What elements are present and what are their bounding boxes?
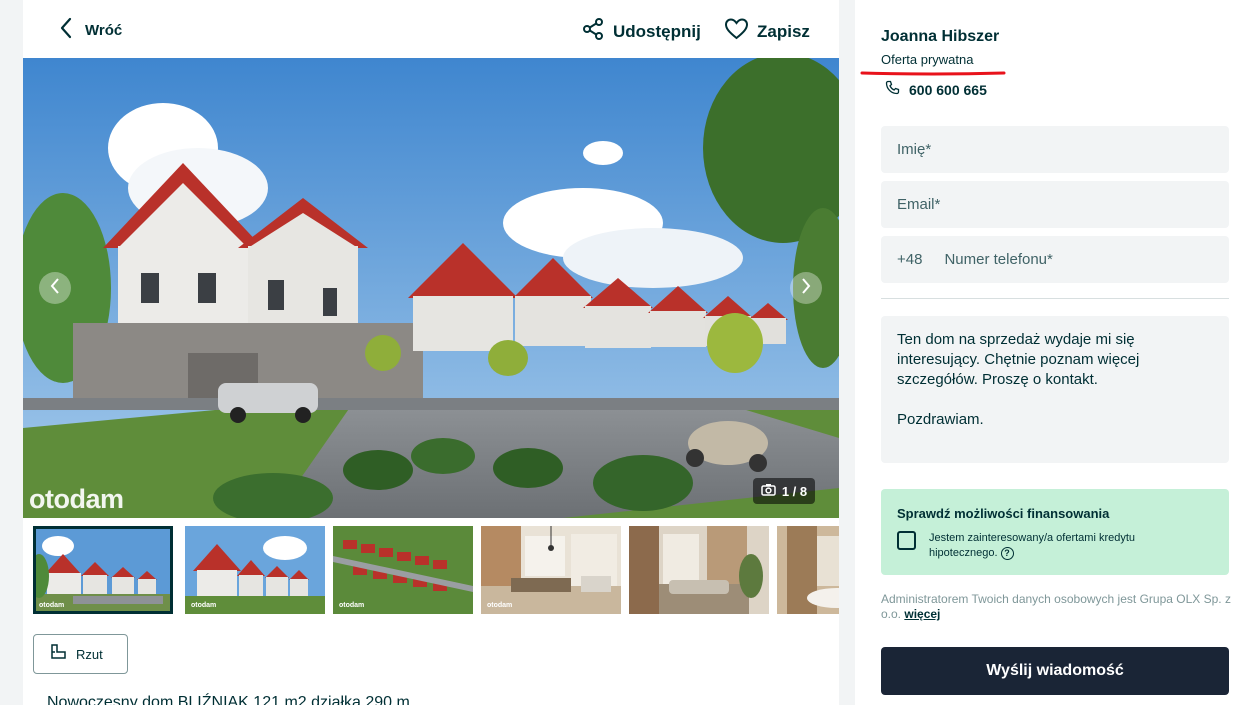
send-message-button[interactable]: Wyślij wiadomość [881, 647, 1229, 695]
thumbnail-watermark: otodam [39, 602, 65, 609]
back-button[interactable]: Wróć [59, 17, 123, 44]
name-placeholder: Imię* [897, 141, 932, 158]
phone-field[interactable]: +48 Numer telefonu* [881, 236, 1229, 283]
camera-icon [761, 483, 776, 499]
chevron-right-icon [800, 277, 812, 300]
listing-title: Nowoczesny dom BLIŹNIAK 121 m2 działka 2… [47, 694, 410, 705]
chevron-left-icon [59, 17, 73, 44]
save-label: Zapisz [757, 21, 810, 41]
phone-placeholder: Numer telefonu* [944, 251, 1053, 268]
seller-name: Joanna Hibszer [881, 28, 1000, 45]
mortgage-checkbox[interactable] [897, 531, 916, 550]
privacy-more-link[interactable]: więcej [904, 607, 940, 621]
red-highlight-underline [860, 71, 1006, 76]
phone-prefix: +48 [897, 251, 923, 268]
photo-counter-text: 1 / 8 [781, 483, 808, 499]
thumbnail-watermark: otodam [487, 602, 513, 609]
share-label: Udostępnij [613, 21, 701, 41]
name-field[interactable]: Imię* [881, 126, 1229, 173]
financing-box: Sprawdź możliwości finansowania Jestem z… [881, 489, 1229, 575]
form-divider [881, 298, 1229, 299]
financing-title: Sprawdź możliwości finansowania [897, 506, 1110, 521]
photo-counter: 1 / 8 [753, 478, 815, 504]
back-label: Wróć [85, 21, 123, 39]
watermark-logo: otodam [29, 484, 124, 514]
thumbnail-kitchen-interior[interactable]: otodam [481, 526, 621, 614]
thumbnail-watermark: otodam [339, 602, 365, 609]
gallery-next-button[interactable] [790, 272, 822, 304]
listing-main-card: Wróć Udostępnij Zapisz otodam 1 / 8 otod… [23, 0, 839, 705]
thumbnail-bathroom[interactable] [777, 526, 839, 614]
message-line: Ten dom na sprzedaż wydaje mi się intere… [897, 331, 1140, 388]
mortgage-checkbox-label: Jestem zainteresowany/a ofertami kredytu… [929, 531, 1199, 561]
phone-number: 600 600 665 [909, 82, 987, 98]
thumbnail-watermark: otodam [191, 602, 217, 609]
share-button[interactable]: Udostępnij [581, 17, 701, 46]
floorplan-button[interactable]: Rzut [33, 634, 128, 674]
listing-topbar: Wróć Udostępnij Zapisz [23, 0, 839, 58]
phone-icon [885, 80, 900, 100]
share-icon [581, 17, 605, 46]
mortgage-checkbox-text: Jestem zainteresowany/a ofertami kredytu… [929, 532, 1136, 559]
house-photo [23, 58, 839, 518]
gallery-prev-button[interactable] [39, 272, 71, 304]
email-placeholder: Email* [897, 196, 941, 213]
seller-type: Oferta prywatna [881, 52, 974, 67]
email-field[interactable]: Email* [881, 181, 1229, 228]
message-line: Pozdrawiam. [897, 411, 984, 428]
chevron-left-icon [49, 277, 61, 300]
thumbnail-exterior-garden[interactable]: otodam [185, 526, 325, 614]
heart-icon [724, 17, 749, 46]
floorplan-icon [50, 643, 66, 665]
thumbnail-living-room[interactable] [629, 526, 769, 614]
save-button[interactable]: Zapisz [724, 17, 810, 46]
thumbnail-strip: otodam otodam otodam otodam [33, 526, 839, 616]
privacy-note: Administratorem Twoich danych osobowych … [881, 592, 1231, 622]
photo-gallery[interactable]: otodam 1 / 8 [23, 58, 839, 518]
floorplan-label: Rzut [76, 646, 103, 662]
thumbnail-aerial-view[interactable]: otodam [333, 526, 473, 614]
contact-card: Joanna Hibszer Oferta prywatna 600 600 6… [855, 0, 1241, 705]
message-textarea[interactable]: Ten dom na sprzedaż wydaje mi się intere… [881, 316, 1229, 463]
seller-phone[interactable]: 600 600 665 [885, 80, 987, 100]
thumbnail-exterior-street[interactable]: otodam [33, 526, 173, 614]
help-icon[interactable]: ? [1000, 546, 1014, 560]
